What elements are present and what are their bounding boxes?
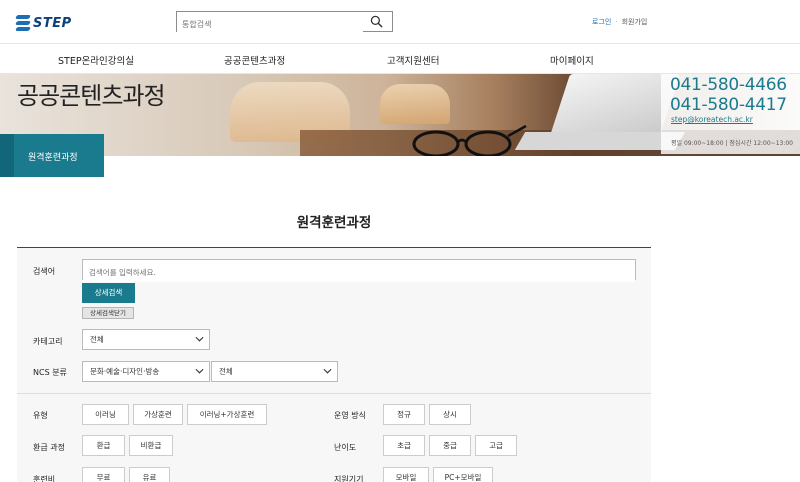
- keyword-label: 검색어: [33, 267, 56, 276]
- fee-option-paid[interactable]: 유료: [129, 467, 170, 482]
- separator: ·: [615, 18, 618, 26]
- ncs-major-selected-value: 문화·예술·디자인·방송: [90, 367, 160, 376]
- ncs-select-major[interactable]: 문화·예술·디자인·방송: [82, 361, 210, 382]
- category-select[interactable]: 전체: [82, 329, 210, 350]
- banner-chair-image-2: [380, 84, 450, 124]
- method-option-always[interactable]: 상시: [429, 404, 471, 425]
- chevron-down-icon: [195, 368, 204, 374]
- sub-tab-label: 원격훈련과정: [28, 153, 78, 163]
- section-title: 원격훈련과정: [296, 215, 372, 231]
- utility-links: 로그인 · 회원가입: [592, 17, 647, 27]
- nav-item-online-classroom[interactable]: STEP온라인강의실: [58, 53, 134, 67]
- level-option-intermediate[interactable]: 중급: [429, 435, 471, 456]
- page-root: { "header": { "logo_text": "STEP", "sear…: [0, 0, 800, 482]
- type-option-elearning[interactable]: 이러닝: [82, 404, 129, 425]
- nav-item-support-center[interactable]: 고객지원센터: [387, 53, 439, 67]
- detail-search-button[interactable]: 상세검색: [82, 283, 135, 303]
- sub-tab-remote-training[interactable]: 원격훈련과정: [0, 134, 104, 177]
- panel-divider: [17, 393, 651, 394]
- step-logo-icon: [15, 14, 31, 32]
- ncs-select-minor[interactable]: 전체: [211, 361, 338, 382]
- step-logo[interactable]: STEP: [15, 14, 72, 32]
- nav-item-mypage[interactable]: 마이페이지: [550, 53, 594, 67]
- keyword-input[interactable]: [83, 263, 635, 282]
- ncs-label: NCS 분류: [33, 368, 67, 377]
- type-option-both[interactable]: 이러닝+가상훈련: [187, 404, 267, 425]
- category-selected-value: 전체: [90, 335, 104, 344]
- refund-option-no[interactable]: 비환급: [129, 435, 173, 456]
- phone-number-1: 041-580-4466: [670, 75, 787, 95]
- refund-label: 환급 과정: [33, 443, 65, 452]
- top-header: STEP 로그인 · 회원가입: [0, 0, 800, 44]
- global-search: [176, 11, 393, 34]
- login-link[interactable]: 로그인: [592, 18, 611, 26]
- contact-box: 041-580-4466 041-580-4417 step@koreatech…: [661, 74, 800, 154]
- type-option-virtual[interactable]: 가상훈련: [133, 404, 183, 425]
- level-option-beginner[interactable]: 초급: [383, 435, 425, 456]
- logo-text: STEP: [33, 15, 72, 31]
- fee-option-free[interactable]: 무료: [82, 467, 125, 482]
- level-option-advanced[interactable]: 고급: [475, 435, 517, 456]
- category-label: 카테고리: [33, 337, 63, 346]
- contact-email[interactable]: step@koreatech.ac.kr: [671, 115, 753, 124]
- refund-option-yes[interactable]: 환급: [82, 435, 125, 456]
- office-hours: 평일 09:00~18:00 | 점심시간 12:00~13:00: [671, 140, 793, 147]
- glasses-icon: [412, 124, 527, 156]
- chevron-down-icon: [323, 368, 332, 374]
- chevron-down-icon: [195, 336, 204, 342]
- nav-item-public-content[interactable]: 공공콘텐츠과정: [224, 53, 285, 67]
- banner-keyboard-image: [514, 132, 686, 150]
- phone-number-2: 041-580-4417: [670, 95, 787, 115]
- device-label: 지원기기: [334, 475, 364, 482]
- fee-label: 훈련비: [33, 475, 56, 482]
- page-title: 공공콘텐츠과정: [17, 82, 166, 110]
- device-option-mobile[interactable]: 모바일: [383, 467, 429, 482]
- search-icon[interactable]: [370, 15, 383, 28]
- level-label: 난이도: [334, 443, 357, 452]
- method-option-regular[interactable]: 정규: [383, 404, 425, 425]
- ncs-minor-selected-value: 전체: [219, 367, 233, 376]
- keyword-field: [82, 259, 636, 282]
- type-label: 유형: [33, 411, 48, 420]
- search-input[interactable]: [177, 15, 363, 34]
- close-detail-search-button[interactable]: 상세검색닫기: [82, 307, 134, 319]
- main-nav: STEP온라인강의실 공공콘텐츠과정 고객지원센터 마이페이지: [0, 44, 800, 74]
- method-label: 운영 방식: [334, 411, 366, 420]
- device-option-pc-mobile[interactable]: PC+모바일: [433, 467, 493, 482]
- join-link[interactable]: 회원가입: [622, 18, 648, 26]
